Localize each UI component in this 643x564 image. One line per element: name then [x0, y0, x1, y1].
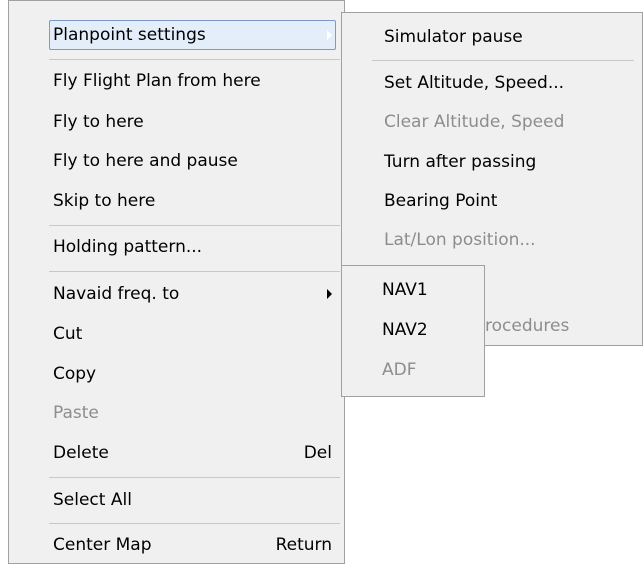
menu-item-label: Planpoint settings	[53, 25, 206, 45]
context-menu: Planpoint settings Fly Flight Plan from …	[8, 0, 345, 564]
menu-item-label: Fly to here	[53, 112, 144, 132]
menu-item-fly-to-here[interactable]: Fly to here	[9, 105, 344, 139]
submenu-item-clear-altitude-speed: Clear Altitude, Speed	[342, 105, 642, 139]
menu-item-label: Center Map	[53, 535, 152, 555]
menu-item-fly-to-here-pause[interactable]: Fly to here and pause	[9, 144, 344, 178]
menu-separator	[49, 271, 340, 272]
submenu-item-bearing-point[interactable]: Bearing Point	[342, 184, 642, 218]
menu-item-label: Cut	[53, 324, 83, 344]
menu-item-label: NAV1	[382, 280, 428, 300]
submenu-arrow-icon	[327, 289, 332, 299]
menu-item-label: Holding pattern...	[53, 237, 203, 257]
menu-item-center-map[interactable]: Center Map Return	[9, 528, 344, 562]
menu-item-holding-pattern[interactable]: Holding pattern...	[9, 230, 344, 264]
submenu-item-nav1[interactable]: NAV1	[342, 273, 484, 307]
menu-item-copy[interactable]: Copy	[9, 357, 344, 391]
menu-separator	[372, 60, 634, 61]
menu-item-label: Copy	[53, 364, 97, 384]
submenu-arrow-icon	[327, 30, 332, 40]
menu-item-cut[interactable]: Cut	[9, 317, 344, 351]
menu-item-select-all[interactable]: Select All	[9, 483, 344, 517]
menu-separator	[49, 523, 340, 524]
navaid-freq-submenu: NAV1 NAV2 ADF	[341, 265, 485, 397]
menu-item-label: Set Altitude, Speed...	[384, 73, 565, 93]
submenu-item-lat-lon-position: Lat/Lon position...	[342, 223, 642, 257]
menu-separator	[49, 477, 340, 478]
menu-separator	[49, 225, 340, 226]
menu-item-delete[interactable]: Delete Del	[9, 436, 344, 470]
menu-item-label: Skip to here	[53, 191, 156, 211]
menu-separator	[49, 59, 340, 60]
menu-item-label: Delete	[53, 443, 109, 463]
shortcut-label: Del	[303, 443, 332, 463]
submenu-item-turn-after-passing[interactable]: Turn after passing	[342, 145, 642, 179]
menu-item-label: Select All	[53, 490, 132, 510]
menu-item-label: Fly to here and pause	[53, 151, 238, 171]
menu-item-label: rocedures	[485, 316, 570, 336]
menu-item-skip-to-here[interactable]: Skip to here	[9, 184, 344, 218]
menu-item-label: NAV2	[382, 320, 428, 340]
submenu-item-simulator-pause[interactable]: Simulator pause	[342, 20, 642, 54]
menu-item-label: Clear Altitude, Speed	[384, 112, 565, 132]
menu-item-label: Bearing Point	[384, 191, 498, 211]
submenu-item-adf: ADF	[342, 353, 484, 387]
menu-item-planpoint-settings[interactable]: Planpoint settings	[9, 18, 344, 52]
shortcut-label: Return	[275, 535, 332, 555]
menu-item-paste: Paste	[9, 396, 344, 430]
menu-item-label: Lat/Lon position...	[384, 230, 536, 250]
submenu-item-nav2[interactable]: NAV2	[342, 313, 484, 347]
menu-item-label: Turn after passing	[384, 152, 537, 172]
menu-item-label: ADF	[382, 360, 417, 380]
menu-item-fly-flight-plan[interactable]: Fly Flight Plan from here	[9, 64, 344, 98]
menu-item-label: Fly Flight Plan from here	[53, 71, 261, 91]
menu-item-label: Simulator pause	[384, 27, 523, 47]
menu-item-navaid-freq[interactable]: Navaid freq. to	[9, 277, 344, 311]
submenu-item-set-altitude-speed[interactable]: Set Altitude, Speed...	[342, 66, 642, 100]
menu-item-label: Navaid freq. to	[53, 284, 180, 304]
menu-item-label: Paste	[53, 403, 99, 423]
